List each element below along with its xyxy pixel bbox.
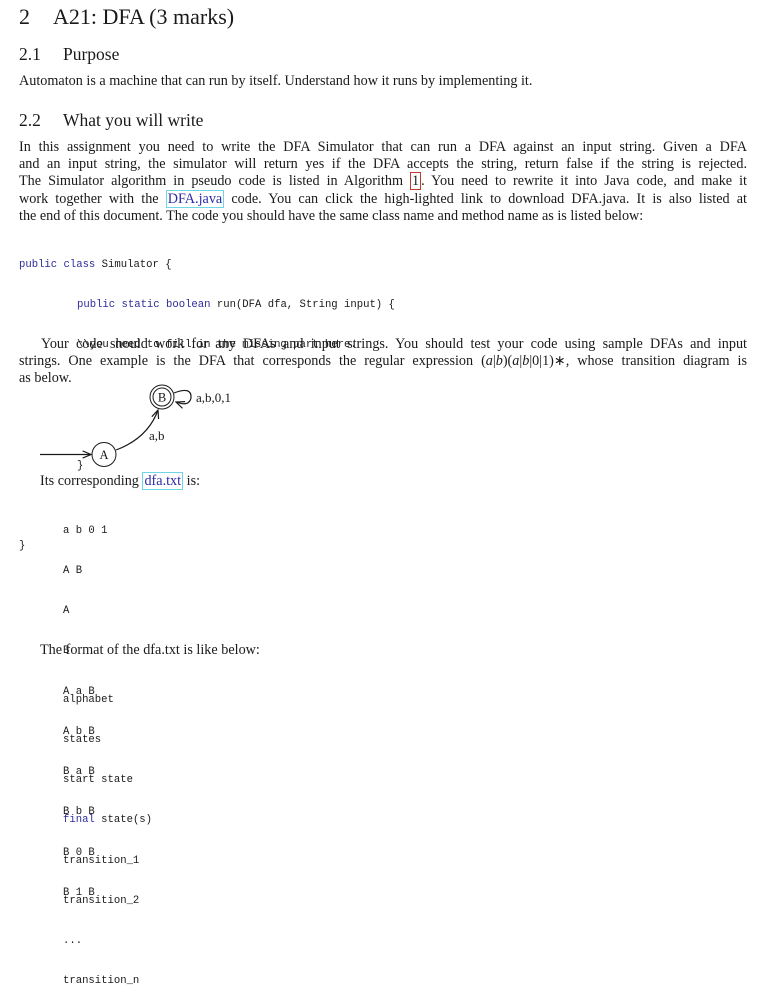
code-keyword: final — [63, 814, 95, 827]
format-line: start state — [63, 774, 152, 787]
code-line: public static boolean run(DFA dfa, Strin… — [19, 299, 395, 312]
text-span: . You need to rewrite it into Java code,… — [421, 173, 747, 190]
text-span: work together with the — [19, 190, 166, 207]
subsection-number: 2.1 — [19, 44, 41, 64]
code-text: states — [63, 734, 102, 747]
format-listing: alphabet states start state final state(… — [63, 667, 152, 1002]
text-span: code. You can click the high-lighted lin… — [224, 190, 747, 207]
paragraph-line: The Simulator algorithm in pseudo code i… — [19, 172, 747, 191]
dfa-txt-intro: Its corresponding dfa.txt is: — [40, 472, 201, 490]
format-line: transition_2 — [63, 895, 152, 908]
regex-symbol: )( — [502, 353, 513, 370]
code-text: start state — [63, 774, 133, 787]
dfa-txt-link[interactable]: dfa.txt — [142, 472, 184, 490]
text-span: Its corresponding — [40, 473, 143, 489]
code-text: transition_1 — [63, 854, 140, 867]
dfa-txt-line: A — [63, 605, 70, 618]
code-text: transition_n — [63, 975, 140, 988]
subsection-number: 2.2 — [19, 110, 41, 130]
transition-a-to-b-label: a,b — [149, 428, 165, 443]
dfa-java-link[interactable]: DFA.java — [165, 189, 225, 208]
code-text: ... — [63, 935, 83, 948]
format-line: states — [63, 734, 152, 747]
state-a-label: A — [99, 448, 108, 462]
section-title: A21: DFA (3 marks) — [53, 4, 235, 29]
paragraph-line: Your code should work for any DFAs and i… — [41, 336, 747, 352]
code-keyword: public class — [19, 258, 96, 271]
dfa-txt-line: A B — [63, 565, 83, 578]
state-b-label: B — [158, 391, 166, 405]
subsection-heading-purpose: 2.1 Purpose — [19, 44, 119, 65]
paragraph-line: and an input string, the simulator will … — [19, 156, 747, 173]
paragraph-line: In this assignment you need to write the… — [19, 139, 747, 155]
text-span: The Simulator algorithm in pseudo code i… — [19, 173, 411, 190]
format-intro: The format of the dfa.txt is like below: — [40, 642, 260, 658]
code-text: alphabet — [63, 693, 114, 706]
subsection-heading-what-you-will-write: 2.2 What you will write — [19, 110, 203, 131]
code-line: public class Simulator { — [19, 259, 395, 272]
regex-symbol: |0|1)∗, whose transition diagram is — [529, 353, 747, 370]
code-text: state(s) — [94, 814, 153, 827]
format-line: transition_1 — [63, 855, 152, 868]
paragraph-line: work together with the DFA.java code. Yo… — [19, 189, 747, 208]
subsection-title: Purpose — [63, 44, 120, 64]
intro-paragraph: In this assignment you need to write the… — [19, 139, 747, 225]
purpose-text: Automaton is a machine that can run by i… — [19, 73, 533, 89]
format-line: alphabet — [63, 694, 152, 707]
transition-b-self-loop-label: a,b,0,1 — [196, 390, 231, 405]
regex-symbol: b — [495, 353, 503, 370]
code-keyword: public static boolean — [77, 299, 211, 312]
dfa-transition-diagram: A a,b B a,b,0,1 — [40, 384, 231, 467]
text-span: is: — [183, 473, 201, 489]
subsection-title: What you will write — [63, 110, 204, 130]
section-number: 2 — [19, 4, 30, 29]
paragraph-line: the end of this document. The code you s… — [19, 207, 644, 224]
format-line: transition_n — [63, 975, 152, 988]
transition-b-self-loop — [173, 389, 192, 403]
regex-symbol: a — [485, 353, 493, 370]
code-text: transition_2 — [63, 894, 140, 907]
paragraph-line: strings. One example is the DFA that cor… — [19, 353, 747, 370]
code-text: Simulator { — [95, 258, 172, 271]
dfa-txt-line: a b 0 1 — [63, 524, 108, 537]
format-line: ... — [63, 935, 152, 948]
code-text: run(DFA dfa, String input) { — [210, 299, 395, 312]
text-span: strings. One example is the DFA that cor… — [19, 353, 486, 370]
format-line: final state(s) — [63, 814, 152, 827]
section-heading: 2 A21: DFA (3 marks) — [19, 4, 234, 30]
algorithm-ref-link[interactable]: 1 — [410, 172, 422, 191]
